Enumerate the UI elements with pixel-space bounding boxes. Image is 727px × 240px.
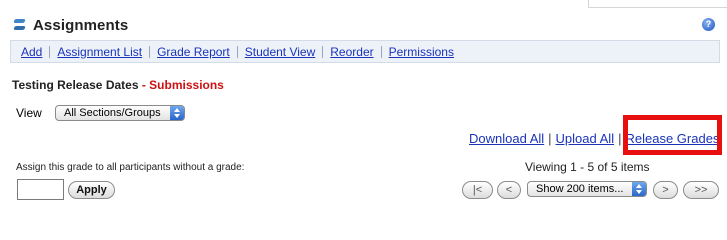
nav-student-view-link[interactable]: Student View xyxy=(236,45,323,58)
section-filter-select[interactable]: All Sections/Groups xyxy=(55,105,185,121)
page-size-value: Show 200 items... xyxy=(536,183,624,195)
nav-reorder-link[interactable]: Reorder xyxy=(322,45,380,58)
tool-title-bar: Assignments ? xyxy=(8,12,719,38)
heading-separator: - xyxy=(138,78,150,92)
release-grades-highlight-box xyxy=(623,115,722,155)
assignments-tool-icon xyxy=(13,17,27,33)
help-icon[interactable]: ? xyxy=(702,18,715,31)
last-page-button[interactable]: >> xyxy=(683,181,719,199)
nav-grade-report-link[interactable]: Grade Report xyxy=(149,45,237,58)
nav-assignment-list-link[interactable]: Assignment List xyxy=(49,45,149,58)
tool-nav-bar: Add Assignment List Grade Report Student… xyxy=(10,40,720,63)
action-separator: | xyxy=(548,131,552,146)
assign-grade-label: Assign this grade to all participants wi… xyxy=(16,162,245,173)
first-page-button[interactable]: |< xyxy=(462,181,493,199)
assignment-name: Testing Release Dates xyxy=(12,78,139,92)
top-divider xyxy=(588,0,727,8)
action-separator: | xyxy=(618,131,622,146)
next-page-button[interactable]: > xyxy=(653,181,678,199)
section-filter-value: All Sections/Groups xyxy=(64,107,161,119)
upload-all-link[interactable]: Upload All xyxy=(556,131,615,146)
nav-add-link[interactable]: Add xyxy=(16,46,49,58)
assignment-heading: Testing Release Dates - Submissions xyxy=(12,78,224,92)
apply-button[interactable]: Apply xyxy=(68,181,115,199)
view-label: View xyxy=(16,106,42,120)
nav-permissions-link[interactable]: Permissions xyxy=(380,45,461,58)
submissions-label: Submissions xyxy=(149,78,224,92)
default-grade-input[interactable] xyxy=(17,179,64,200)
page-title: Assignments xyxy=(33,16,129,34)
select-arrows-icon xyxy=(632,182,646,196)
page-size-select[interactable]: Show 200 items... xyxy=(527,181,647,197)
download-all-link[interactable]: Download All xyxy=(469,131,544,146)
viewing-count: Viewing 1 - 5 of 5 items xyxy=(525,160,650,174)
previous-page-button[interactable]: < xyxy=(497,181,521,199)
select-arrows-icon xyxy=(170,106,184,120)
